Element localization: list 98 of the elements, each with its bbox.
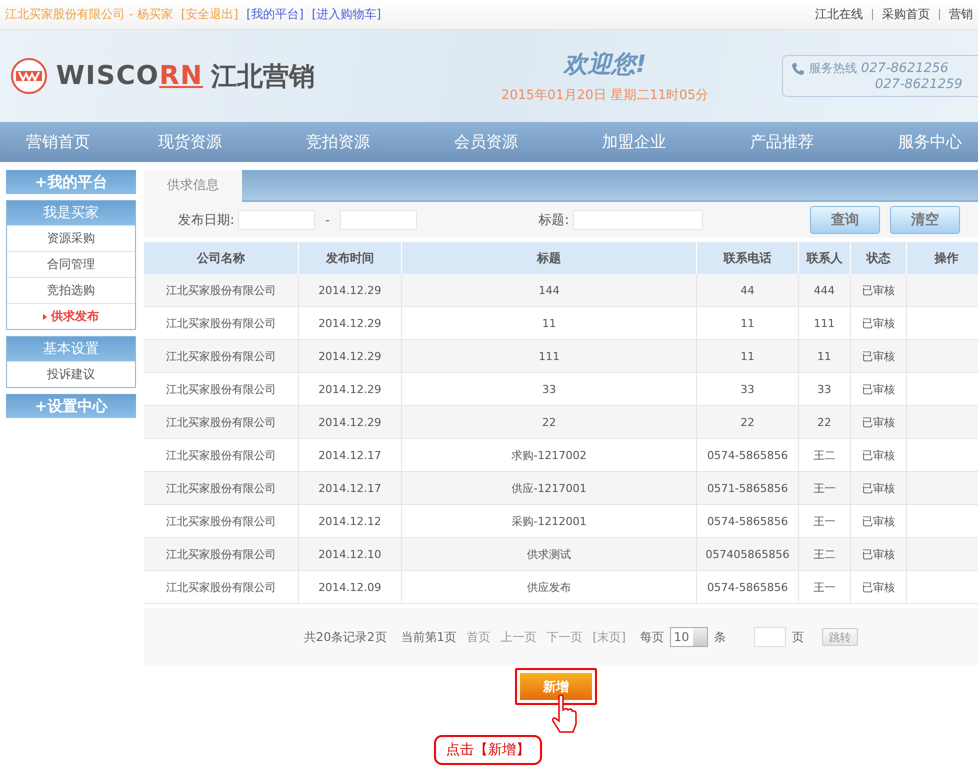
hotline-number: 027-8621256 xyxy=(861,61,948,76)
column-header: 状态 xyxy=(850,242,906,274)
table-cell: 王二 xyxy=(798,538,850,570)
nav-item[interactable]: 现货资源 xyxy=(116,132,264,152)
table-cell: 江北买家股份有限公司 xyxy=(144,538,298,570)
nav-item[interactable]: 服务中心 xyxy=(856,132,978,152)
tab[interactable]: 供求信息 xyxy=(144,170,242,202)
hotline-number: 027-8621259 xyxy=(875,77,962,92)
table-cell: 王一 xyxy=(798,570,850,604)
sidebar-item[interactable]: 投诉建议 xyxy=(7,361,135,387)
top-link[interactable]: 营销 xyxy=(949,6,973,23)
nav-item[interactable]: 加盟企业 xyxy=(560,132,708,152)
column-header: 联系人 xyxy=(798,242,850,274)
table-cell: 144 xyxy=(401,274,697,306)
sidebar-item[interactable]: 合同管理 xyxy=(7,251,135,277)
start-date-field[interactable] xyxy=(238,210,316,230)
pager-link[interactable]: [末页] xyxy=(592,628,626,646)
table-cell: 已审核 xyxy=(850,406,906,438)
end-date-field[interactable] xyxy=(340,210,417,230)
table-cell: 44 xyxy=(696,274,798,306)
column-header: 操作 xyxy=(906,242,978,274)
dash-text: - xyxy=(325,213,330,227)
pager-link[interactable]: 首页 xyxy=(466,628,490,646)
table-cell: 0574-5865856 xyxy=(696,570,798,604)
logo-title: 江北营销 xyxy=(211,60,316,94)
table-cell: 057405865856 xyxy=(696,538,798,570)
title-field[interactable] xyxy=(573,210,704,230)
nav-item[interactable]: 产品推荐 xyxy=(708,132,856,152)
table-cell: 供应发布 xyxy=(401,570,697,604)
per-page-select[interactable]: 10 xyxy=(670,627,708,647)
table-cell: 11 xyxy=(798,340,850,372)
add-button[interactable]: 新增 xyxy=(520,673,592,700)
table-cell: 已审核 xyxy=(850,570,906,604)
table-cell: 王一 xyxy=(798,472,850,504)
page-field[interactable] xyxy=(754,627,786,647)
column-header: 公司名称 xyxy=(144,242,298,274)
top-link[interactable]: 江北在线 xyxy=(815,6,863,23)
sidebar-group-header[interactable]: 我是买家 xyxy=(7,201,135,225)
logo-icon xyxy=(10,57,48,95)
sidebar-item[interactable]: 竞拍选购 xyxy=(7,277,135,303)
table-cell: 2014.12.09 xyxy=(298,570,402,604)
table-cell: 2014.12.10 xyxy=(298,538,402,570)
welcome-text: 欢迎您! xyxy=(564,49,646,80)
table-cell: 供应-1217001 xyxy=(401,472,697,504)
nav-item[interactable]: 会员资源 xyxy=(412,132,560,152)
table-cell: 2014.12.29 xyxy=(298,274,402,306)
table-cell: 22 xyxy=(696,406,798,438)
logo-wordmark: WISCORN xyxy=(56,61,204,91)
hotline-label: 服务热线 xyxy=(809,60,857,77)
table-cell: 江北买家股份有限公司 xyxy=(144,340,298,372)
table-cell: 已审核 xyxy=(850,274,906,306)
top-link[interactable]: [我的平台] xyxy=(246,6,304,23)
page-label: 页 xyxy=(792,628,804,646)
top-link[interactable]: [进入购物车] xyxy=(312,6,382,23)
user-name: 江北买家股份有限公司 - 杨买家 xyxy=(5,6,173,23)
table-cell: 2014.12.17 xyxy=(298,472,402,504)
nav-item[interactable]: 营销首页 xyxy=(0,132,116,152)
table-cell: 11 xyxy=(696,340,798,372)
sidebar-title[interactable]: +设置中心 xyxy=(6,394,136,418)
filter-button[interactable]: 清空 xyxy=(890,206,960,234)
phone-icon xyxy=(791,62,805,76)
table-cell: 江北买家股份有限公司 xyxy=(144,472,298,504)
column-header: 标题 xyxy=(401,242,697,274)
callout-label: 点击【新增】 xyxy=(434,735,542,765)
table-cell: 22 xyxy=(401,406,697,438)
table-cell: 已审核 xyxy=(850,472,906,504)
table-cell: 111 xyxy=(401,340,697,372)
record-summary: 共20条记录2页 xyxy=(304,628,387,646)
table-cell: 供求测试 xyxy=(401,538,697,570)
table-cell: 2014.12.29 xyxy=(298,340,402,372)
date-label: 发布日期: xyxy=(178,212,234,229)
sidebar-item[interactable]: 资源采购 xyxy=(7,225,135,251)
date-time: 2015年01月20日 星期二11时05分 xyxy=(501,87,709,104)
top-link[interactable]: 采购首页 xyxy=(882,6,930,23)
column-header: 联系电话 xyxy=(696,242,798,274)
top-link[interactable]: [安全退出] xyxy=(180,6,238,23)
table-cell: 江北买家股份有限公司 xyxy=(144,406,298,438)
table-cell: 已审核 xyxy=(850,340,906,372)
sidebar-item[interactable]: 供求发布 xyxy=(7,303,135,329)
table-cell: 已审核 xyxy=(850,538,906,570)
table-cell: 2014.12.29 xyxy=(298,406,402,438)
table-cell: 22 xyxy=(798,406,850,438)
table-cell: 0571-5865856 xyxy=(696,472,798,504)
per-page-label: 每页 xyxy=(640,628,664,646)
pager-link[interactable]: 上一页 xyxy=(500,628,536,646)
sidebar-title[interactable]: +我的平台 xyxy=(6,170,136,194)
title-label: 标题: xyxy=(538,212,570,229)
filter-button[interactable]: 查询 xyxy=(810,206,880,234)
unit-label: 条 xyxy=(714,628,726,646)
current-page: 当前第1页 xyxy=(400,628,456,646)
table-cell: 444 xyxy=(798,274,850,306)
column-header: 发布时间 xyxy=(298,242,402,274)
sidebar-group-header[interactable]: 基本设置 xyxy=(7,337,135,361)
table-cell: 江北买家股份有限公司 xyxy=(144,570,298,604)
jump-button[interactable]: 跳转 xyxy=(822,628,858,646)
table-cell: 江北买家股份有限公司 xyxy=(144,274,298,306)
pager-link[interactable]: 下一页 xyxy=(546,628,582,646)
nav-item[interactable]: 竞拍资源 xyxy=(264,132,412,152)
